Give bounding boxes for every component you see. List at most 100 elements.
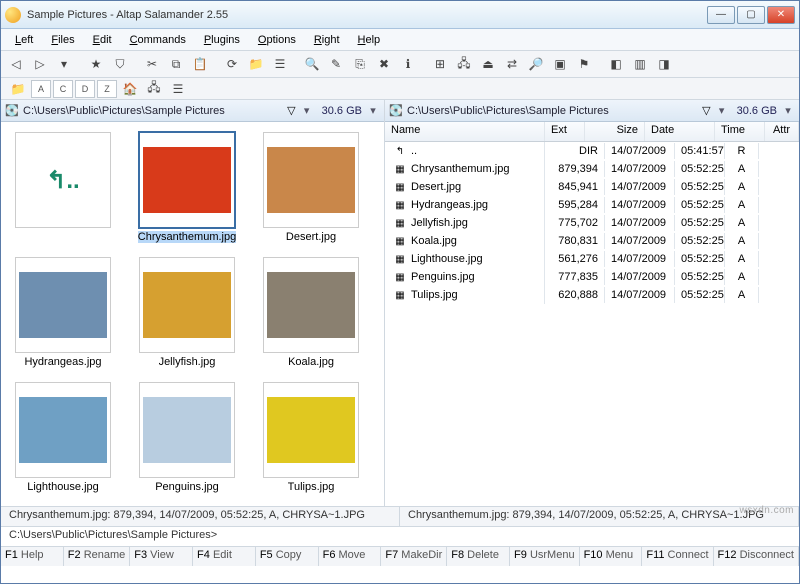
history-dd[interactable]: ▾ (53, 53, 75, 75)
col-date[interactable]: Date (645, 122, 715, 141)
file-row[interactable]: ▦Chrysanthemum.jpg879,39414/07/200905:52… (385, 160, 799, 178)
drive-a-button[interactable]: A (31, 80, 51, 98)
col-time[interactable]: Time (715, 122, 765, 141)
menu-commands[interactable]: Commands (122, 32, 194, 48)
drive-c-button[interactable]: C (53, 80, 73, 98)
refresh-button[interactable]: ⟳ (221, 53, 243, 75)
find-button[interactable]: 🔎 (525, 53, 547, 75)
back-button[interactable]: ◁ (5, 53, 27, 75)
fnkey-f11[interactable]: F11 Connect (642, 547, 713, 566)
delete-button[interactable]: ✖ (373, 53, 395, 75)
edit-button[interactable]: ✎ (325, 53, 347, 75)
fnkey-f3[interactable]: F3 View (130, 547, 193, 566)
tree-button[interactable]: ☰ (269, 53, 291, 75)
file-row[interactable]: ▦Jellyfish.jpg775,70214/07/200905:52:25A (385, 214, 799, 232)
paste-button[interactable]: 📋 (189, 53, 211, 75)
fnkey-f12[interactable]: F12 Disconnect (714, 547, 799, 566)
panel-left-button[interactable]: ◧ (605, 53, 627, 75)
panel-right-button[interactable]: ◨ (653, 53, 675, 75)
fnkey-f7[interactable]: F7 MakeDir (381, 547, 447, 566)
right-path[interactable]: C:\Users\Public\Pictures\Sample Pictures (407, 105, 698, 117)
thumb-item[interactable]: Jellyfish.jpg (137, 257, 237, 368)
drive-z-button[interactable]: Z (97, 80, 117, 98)
menu-files[interactable]: Files (43, 32, 82, 48)
fnkey-f1[interactable]: F1 Help (1, 547, 64, 566)
left-path-bar[interactable]: 💽 C:\Users\Public\Pictures\Sample Pictur… (1, 100, 384, 122)
file-row[interactable]: ▦Penguins.jpg777,83514/07/200905:52:25A (385, 268, 799, 286)
drivebar-extra-1[interactable]: 🖧 (143, 78, 165, 100)
bookmark-icon[interactable]: ▾ (715, 104, 729, 117)
command-line[interactable]: C:\Users\Public\Pictures\Sample Pictures… (1, 526, 799, 546)
col-ext[interactable]: Ext (545, 122, 585, 141)
terminal-button[interactable]: ▣ (549, 53, 571, 75)
row-updir[interactable]: ↰..DIR14/07/200905:41:57R (385, 142, 799, 160)
cell-time: 05:41:57 (675, 143, 725, 159)
left-panel: 💽 C:\Users\Public\Pictures\Sample Pictur… (1, 100, 385, 506)
drive-menu-icon[interactable]: 📁 (7, 78, 29, 100)
filter-icon[interactable]: ▽ (702, 104, 710, 117)
dropdown-icon[interactable]: ▾ (781, 104, 795, 117)
fnkey-f9[interactable]: F9 UsrMenu (510, 547, 580, 566)
fnkey-f8[interactable]: F8 Delete (447, 547, 510, 566)
menu-plugins[interactable]: Plugins (196, 32, 248, 48)
col-size[interactable]: Size (585, 122, 645, 141)
drive-d-button[interactable]: D (75, 80, 95, 98)
thumb-item[interactable]: Hydrangeas.jpg (13, 257, 113, 368)
file-row[interactable]: ▦Koala.jpg780,83114/07/200905:52:25A (385, 232, 799, 250)
disconnect-button[interactable]: ⏏ (477, 53, 499, 75)
close-button[interactable]: ✕ (767, 6, 795, 24)
thumb-item[interactable]: Tulips.jpg (261, 382, 361, 493)
cut-button[interactable]: ✂ (141, 53, 163, 75)
left-path[interactable]: C:\Users\Public\Pictures\Sample Pictures (23, 105, 283, 117)
forward-button[interactable]: ▷ (29, 53, 51, 75)
file-row[interactable]: ▦Desert.jpg845,94114/07/200905:52:25A (385, 178, 799, 196)
thumb-item[interactable]: Penguins.jpg (137, 382, 237, 493)
maximize-button[interactable]: ▢ (737, 6, 765, 24)
fnkey-f10[interactable]: F10 Menu (580, 547, 643, 566)
column-headers[interactable]: Name Ext Size Date Time Attr (385, 122, 799, 142)
menu-right[interactable]: Right (306, 32, 348, 48)
drive-bar-button[interactable]: ⊞ (429, 53, 451, 75)
hot-paths-button[interactable]: ⛉ (109, 53, 131, 75)
folder-up-button[interactable]: 📁 (245, 53, 267, 75)
menu-left[interactable]: Left (7, 32, 41, 48)
thumb-item[interactable]: Desert.jpg (261, 132, 361, 243)
drive-icon[interactable]: 💽 (5, 104, 19, 118)
col-name[interactable]: Name (385, 122, 545, 141)
fnkey-f6[interactable]: F6 Move (319, 547, 382, 566)
fnkey-f2[interactable]: F2 Rename (64, 547, 130, 566)
file-row[interactable]: ▦Lighthouse.jpg561,27614/07/200905:52:25… (385, 250, 799, 268)
panel-both-button[interactable]: ▥ (629, 53, 651, 75)
menu-edit[interactable]: Edit (85, 32, 120, 48)
thumb-item[interactable]: Koala.jpg (261, 257, 361, 368)
dropdown-icon[interactable]: ▾ (366, 104, 380, 117)
drivebar-extra-2[interactable]: ☰ (167, 78, 189, 100)
col-attr[interactable]: Attr (765, 122, 799, 141)
menu-options[interactable]: Options (250, 32, 304, 48)
bookmark-icon[interactable]: ▾ (300, 104, 314, 117)
branding-button[interactable]: ⚑ (573, 53, 595, 75)
properties-button[interactable]: ℹ (397, 53, 419, 75)
filter-icon[interactable]: ▽ (287, 104, 295, 117)
file-row[interactable]: ▦Hydrangeas.jpg595,28414/07/200905:52:25… (385, 196, 799, 214)
thumb-item[interactable]: Lighthouse.jpg (13, 382, 113, 493)
favorites-button[interactable]: ★ (85, 53, 107, 75)
network-button[interactable]: 🖧 (453, 53, 475, 75)
clipboard-button[interactable]: ⎘ (349, 53, 371, 75)
left-thumbnail-view[interactable]: ↰..Chrysanthemum.jpgDesert.jpg Hydrangeas… (1, 122, 384, 506)
drive-icon[interactable]: 💽 (389, 104, 403, 118)
copy-button[interactable]: ⧉ (165, 53, 187, 75)
image-file-icon: ▦ (393, 234, 407, 248)
thumb-item[interactable]: Chrysanthemum.jpg (137, 132, 237, 243)
file-row[interactable]: ▦Tulips.jpg620,88814/07/200905:52:25A (385, 286, 799, 304)
view-button[interactable]: 🔍 (301, 53, 323, 75)
fnkey-f5[interactable]: F5 Copy (256, 547, 319, 566)
minimize-button[interactable]: — (707, 6, 735, 24)
right-path-bar[interactable]: 💽 C:\Users\Public\Pictures\Sample Pictur… (385, 100, 799, 122)
menu-help[interactable]: Help (350, 32, 389, 48)
thumb-updir[interactable]: ↰.. (13, 132, 113, 243)
right-list-view[interactable]: Name Ext Size Date Time Attr ↰..DIR14/07… (385, 122, 799, 506)
compare-button[interactable]: ⇄ (501, 53, 523, 75)
drivebar-extra-0[interactable]: 🏠 (119, 78, 141, 100)
fnkey-f4[interactable]: F4 Edit (193, 547, 256, 566)
